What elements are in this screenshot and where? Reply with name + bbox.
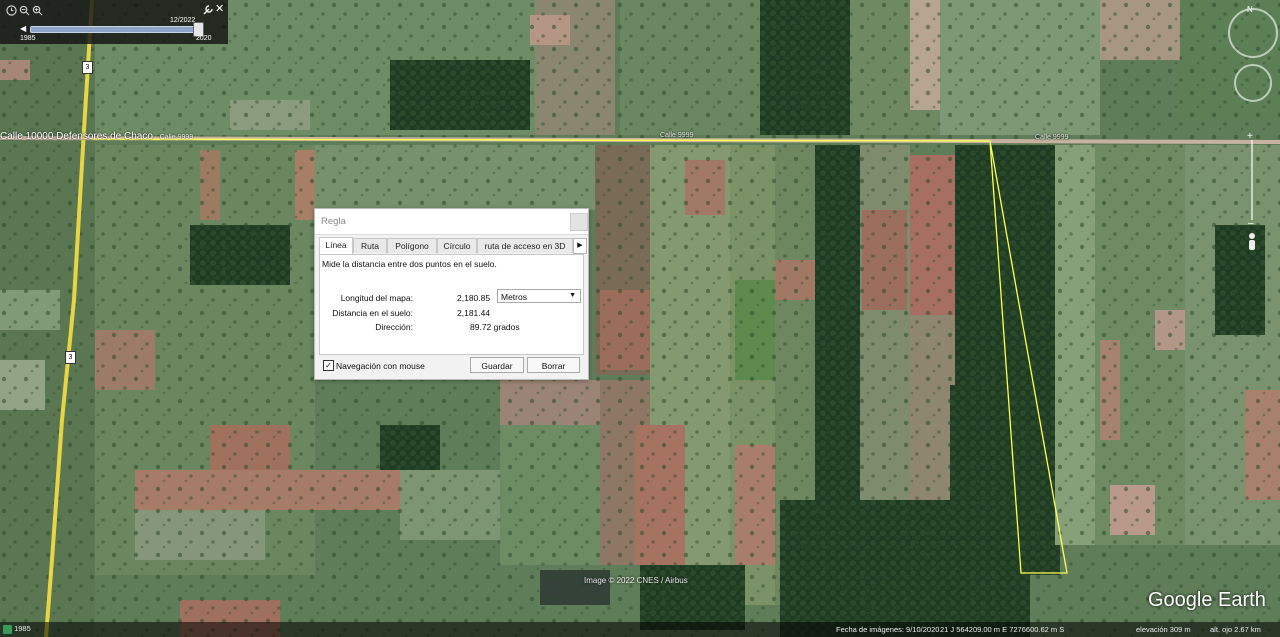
- north-icon[interactable]: N: [1247, 5, 1253, 14]
- status-bar: 1985 Fecha de imágenes: 9/10/2020 21 J 5…: [0, 622, 1280, 637]
- history-slider-track[interactable]: [30, 26, 204, 33]
- look-joystick[interactable]: [1228, 8, 1278, 58]
- unit-select-value: Metros: [501, 292, 527, 302]
- zoom-out-icon[interactable]: [19, 5, 30, 16]
- ruler-line-panel: Mide la distancia entre dos puntos en el…: [319, 254, 584, 355]
- year-badge-text: 1985: [14, 624, 31, 633]
- tab-circle[interactable]: Círculo: [437, 238, 477, 253]
- imagery-date: Fecha de imágenes: 9/10/2020: [836, 625, 940, 634]
- image-credit: Image © 2022 CNES / Airbus: [584, 576, 688, 585]
- year-badge[interactable]: 1985: [3, 624, 31, 634]
- historical-imagery-panel: 12/2022 ◀ 1985 2020 ✕: [0, 0, 228, 44]
- mouse-navigation-label[interactable]: Navegación con mouse: [336, 361, 425, 371]
- tab-3d-path[interactable]: ruta de acceso en 3D: [477, 238, 573, 253]
- zoom-in-button[interactable]: +: [1247, 131, 1253, 142]
- clock-icon[interactable]: [6, 5, 17, 16]
- road-label-mid: Calle 9999: [660, 132, 694, 139]
- history-year-end: 2020: [196, 35, 212, 42]
- coordinates: 21 J 564209.00 m E 7276600.62 m S: [940, 625, 1065, 634]
- ruler-tabs: Línea Ruta Polígono Círculo ruta de acce…: [319, 237, 588, 254]
- zoom-in-icon[interactable]: [32, 5, 43, 16]
- history-icon: [3, 624, 12, 634]
- eye-altitude: alt. ojo 2.67 km: [1210, 625, 1261, 634]
- elevation: elevación 309 m: [1136, 625, 1191, 634]
- ground-distance-label: Distancia en el suelo:: [332, 308, 413, 318]
- clear-button[interactable]: Borrar: [527, 357, 580, 373]
- tab-polygon[interactable]: Polígono: [387, 238, 437, 253]
- save-button[interactable]: Guardar: [470, 357, 524, 373]
- unit-select[interactable]: Metros ▼: [497, 289, 581, 303]
- ruler-dialog: Regla Línea Ruta Polígono Círculo ruta d…: [314, 208, 589, 380]
- zoom-slider[interactable]: [1251, 140, 1253, 220]
- heading-value: 89.72 grados: [470, 322, 520, 332]
- ground-distance-value: 2,181.44: [457, 308, 491, 318]
- road-label-right: Calle 9999: [1035, 134, 1069, 141]
- dialog-titlebar[interactable]: Regla: [315, 209, 588, 235]
- google-earth-logo: Google Earth: [1148, 589, 1266, 611]
- route-shield: 3: [65, 351, 76, 364]
- road-label-secondary: Calle 9999: [159, 134, 194, 141]
- tab-line[interactable]: Línea: [319, 237, 353, 254]
- chevron-down-icon: ▼: [569, 292, 576, 299]
- street-view-icon[interactable]: [1244, 232, 1260, 254]
- tab-path[interactable]: Ruta: [353, 238, 387, 253]
- map-length-label: Longitud del mapa:: [340, 293, 413, 303]
- ruler-description: Mide la distancia entre dos puntos en el…: [322, 259, 497, 269]
- dialog-close-button[interactable]: [570, 213, 588, 231]
- history-date: 12/2022: [170, 17, 196, 24]
- satellite-map[interactable]: [0, 0, 1280, 637]
- heading-label: Dirección:: [375, 322, 413, 332]
- route-shield: 3: [82, 61, 93, 74]
- zoom-out-button[interactable]: –: [1248, 218, 1254, 229]
- wrench-icon[interactable]: [202, 4, 214, 16]
- map-length-value: 2,180.85: [457, 293, 491, 303]
- history-year-start: 1985: [20, 35, 36, 42]
- road-label-defensores: Calle 10000 Defensores de Chaco Calle 99…: [0, 131, 193, 142]
- play-back-icon[interactable]: ◀: [20, 24, 26, 33]
- road-label-text: Calle 10000 Defensores de Chaco: [0, 131, 153, 142]
- close-icon[interactable]: ✕: [215, 2, 224, 15]
- move-joystick[interactable]: [1234, 64, 1272, 102]
- tab-scroll-right-icon[interactable]: ▶: [573, 238, 587, 254]
- dialog-title: Regla: [321, 216, 346, 227]
- mouse-navigation-checkbox[interactable]: ✓: [323, 360, 334, 371]
- dialog-footer: ✓ Navegación con mouse Guardar Borrar: [315, 355, 588, 379]
